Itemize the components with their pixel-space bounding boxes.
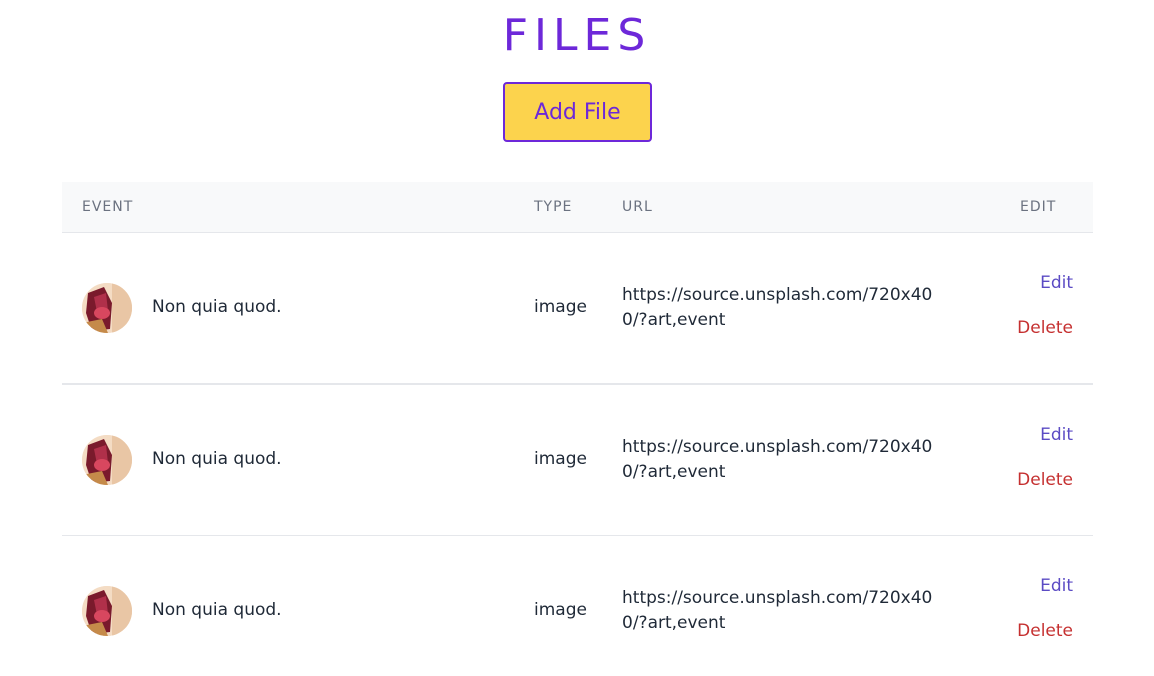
event-name: Non quia quod. bbox=[152, 600, 282, 620]
table-row: Non quia quod. image https://source.unsp… bbox=[62, 536, 1093, 676]
edit-link[interactable]: Edit bbox=[1040, 576, 1073, 596]
edit-link[interactable]: Edit bbox=[1040, 425, 1073, 445]
table-row: Non quia quod. image https://source.unsp… bbox=[62, 385, 1093, 536]
event-name: Non quia quod. bbox=[152, 449, 282, 469]
event-thumbnail-image bbox=[82, 283, 132, 333]
header-event: EVENT bbox=[82, 199, 134, 215]
delete-link[interactable]: Delete bbox=[1017, 470, 1073, 490]
header-url: URL bbox=[622, 199, 653, 215]
file-url: https://source.unsplash.com/720x400/?art… bbox=[622, 437, 933, 482]
add-file-button[interactable]: Add File bbox=[503, 82, 652, 142]
delete-link[interactable]: Delete bbox=[1017, 621, 1073, 641]
file-url: https://source.unsplash.com/720x400/?art… bbox=[622, 588, 933, 633]
header-edit: EDIT bbox=[1020, 199, 1057, 215]
event-name: Non quia quod. bbox=[152, 297, 282, 317]
table-header: EVENT TYPE URL EDIT bbox=[62, 182, 1093, 233]
files-page: FILES Add File EVENT TYPE URL EDIT Non q… bbox=[0, 0, 1154, 676]
event-thumbnail-image bbox=[82, 435, 132, 485]
file-url: https://source.unsplash.com/720x400/?art… bbox=[622, 285, 933, 330]
file-type: image bbox=[534, 297, 587, 317]
edit-link[interactable]: Edit bbox=[1040, 273, 1073, 293]
event-thumbnail-image bbox=[82, 586, 132, 636]
table-row: Non quia quod. image https://source.unsp… bbox=[62, 233, 1093, 385]
file-type: image bbox=[534, 600, 587, 620]
header-type: TYPE bbox=[534, 199, 573, 215]
page-title: FILES bbox=[502, 10, 652, 61]
file-type: image bbox=[534, 449, 587, 469]
files-table: EVENT TYPE URL EDIT Non quia quod. image… bbox=[62, 182, 1093, 676]
delete-link[interactable]: Delete bbox=[1017, 318, 1073, 338]
